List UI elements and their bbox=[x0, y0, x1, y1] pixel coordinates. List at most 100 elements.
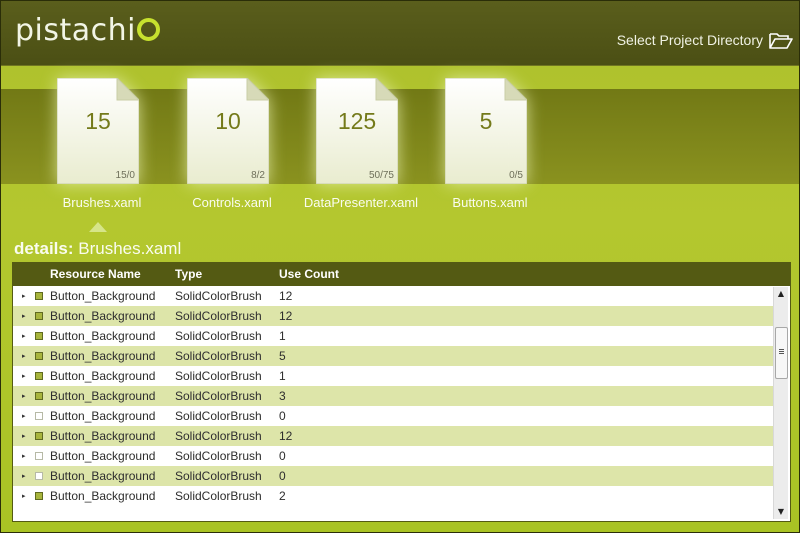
file-resource-count: 15 bbox=[85, 108, 111, 134]
scroll-grip-icon bbox=[779, 349, 784, 355]
cell-type: SolidColorBrush bbox=[175, 289, 262, 303]
expand-triangle-icon[interactable]: ▸ bbox=[22, 452, 26, 460]
details-file-name: Brushes.xaml bbox=[78, 239, 182, 258]
file-name: Buttons.xaml bbox=[452, 195, 528, 210]
expand-triangle-icon[interactable]: ▸ bbox=[22, 292, 26, 300]
square-marker-icon bbox=[35, 432, 43, 440]
cell-use-count: 12 bbox=[279, 309, 293, 323]
table-row[interactable]: ▸ Button_Background SolidColorBrush 12 bbox=[13, 306, 773, 326]
file-resource-count: 125 bbox=[337, 108, 377, 134]
file-used-unused-ratio: 0/5 bbox=[509, 170, 523, 181]
cell-resource-name: Button_Background bbox=[50, 489, 156, 503]
file-used-unused-ratio: 15/0 bbox=[115, 170, 135, 181]
expand-triangle-icon[interactable]: ▸ bbox=[22, 412, 26, 420]
cell-resource-name: Button_Background bbox=[50, 329, 156, 343]
cell-resource-name: Button_Background bbox=[50, 429, 156, 443]
file-tile[interactable]: 5 0/5 Buttons.xaml bbox=[425, 78, 555, 218]
table-row[interactable]: ▸ Button_Background SolidColorBrush 5 bbox=[13, 346, 773, 366]
expand-triangle-icon[interactable]: ▸ bbox=[22, 352, 26, 360]
scroll-down-arrow-icon[interactable]: ▼ bbox=[774, 505, 788, 519]
cell-type: SolidColorBrush bbox=[175, 329, 262, 343]
cell-use-count: 12 bbox=[279, 429, 293, 443]
expand-triangle-icon[interactable]: ▸ bbox=[22, 312, 26, 320]
file-tile[interactable]: 15 15/0 Brushes.xaml bbox=[37, 78, 167, 218]
cell-use-count: 1 bbox=[279, 329, 286, 343]
expand-triangle-icon[interactable]: ▸ bbox=[22, 472, 26, 480]
scroll-up-arrow-icon[interactable]: ▲ bbox=[774, 287, 788, 301]
square-marker-icon bbox=[35, 312, 43, 320]
square-marker-icon bbox=[35, 332, 43, 340]
expand-triangle-icon[interactable]: ▸ bbox=[22, 492, 26, 500]
column-header-use-count[interactable]: Use Count bbox=[279, 267, 339, 281]
table-row[interactable]: ▸ Button_Background SolidColorBrush 1 bbox=[13, 326, 773, 346]
resource-grid: Resource Name Type Use Count ▸ Button_Bac… bbox=[12, 262, 791, 522]
cell-resource-name: Button_Background bbox=[50, 449, 156, 463]
cell-use-count: 0 bbox=[279, 469, 286, 483]
square-marker-icon bbox=[35, 412, 43, 420]
vertical-scrollbar[interactable]: ▲ ▼ bbox=[773, 287, 788, 519]
details-title: details: Brushes.xaml bbox=[14, 239, 181, 259]
file-resource-count: 10 bbox=[215, 108, 241, 134]
cell-resource-name: Button_Background bbox=[50, 469, 156, 483]
scroll-thumb[interactable] bbox=[775, 327, 788, 379]
file-used-unused-ratio: 8/2 bbox=[251, 170, 265, 181]
file-name: Controls.xaml bbox=[192, 195, 272, 210]
square-marker-icon bbox=[35, 292, 43, 300]
cell-type: SolidColorBrush bbox=[175, 389, 262, 403]
cell-use-count: 12 bbox=[279, 289, 293, 303]
expand-triangle-icon[interactable]: ▸ bbox=[22, 432, 26, 440]
table-row[interactable]: ▸ Button_Background SolidColorBrush 1 bbox=[13, 366, 773, 386]
cell-type: SolidColorBrush bbox=[175, 409, 262, 423]
selected-file-indicator bbox=[89, 222, 107, 232]
cell-resource-name: Button_Background bbox=[50, 289, 156, 303]
file-tile[interactable]: 125 50/75 DataPresenter.xaml bbox=[296, 78, 426, 218]
logo-text: pistachi bbox=[15, 13, 136, 48]
file-name: DataPresenter.xaml bbox=[303, 195, 419, 210]
folder-open-icon bbox=[769, 33, 793, 49]
cell-resource-name: Button_Background bbox=[50, 369, 156, 383]
square-marker-icon bbox=[35, 372, 43, 380]
table-row[interactable]: ▸ Button_Background SolidColorBrush 0 bbox=[13, 406, 773, 426]
table-row[interactable]: ▸ Button_Background SolidColorBrush 2 bbox=[13, 486, 773, 506]
column-header-resource-name[interactable]: Resource Name bbox=[50, 267, 141, 281]
square-marker-icon bbox=[35, 392, 43, 400]
table-row[interactable]: ▸ Button_Background SolidColorBrush 12 bbox=[13, 426, 773, 446]
file-name: Brushes.xaml bbox=[62, 195, 142, 210]
header-bar: pistachi Select Project Directory bbox=[1, 1, 799, 66]
select-project-directory-button[interactable]: Select Project Directory bbox=[617, 31, 793, 49]
expand-triangle-icon[interactable]: ▸ bbox=[22, 332, 26, 340]
details-label: details: bbox=[14, 239, 74, 258]
cell-type: SolidColorBrush bbox=[175, 429, 262, 443]
table-row[interactable]: ▸ Button_Background SolidColorBrush 12 bbox=[13, 286, 773, 306]
cell-type: SolidColorBrush bbox=[175, 469, 262, 483]
cell-resource-name: Button_Background bbox=[50, 349, 156, 363]
table-row[interactable]: ▸ Button_Background SolidColorBrush 0 bbox=[13, 466, 773, 486]
file-used-unused-ratio: 50/75 bbox=[368, 170, 394, 181]
cell-use-count: 0 bbox=[279, 449, 286, 463]
expand-triangle-icon[interactable]: ▸ bbox=[22, 392, 26, 400]
square-marker-icon bbox=[35, 452, 43, 460]
logo: pistachi bbox=[15, 13, 160, 48]
square-marker-icon bbox=[35, 352, 43, 360]
square-marker-icon bbox=[35, 472, 43, 480]
expand-triangle-icon[interactable]: ▸ bbox=[22, 372, 26, 380]
app-window: pistachi Select Project Directory 15 15/0… bbox=[0, 0, 800, 533]
file-tile[interactable]: 10 8/2 Controls.xaml bbox=[167, 78, 297, 218]
cell-use-count: 5 bbox=[279, 349, 286, 363]
square-marker-icon bbox=[35, 492, 43, 500]
cell-use-count: 0 bbox=[279, 409, 286, 423]
cell-resource-name: Button_Background bbox=[50, 309, 156, 323]
cell-use-count: 3 bbox=[279, 389, 286, 403]
table-row[interactable]: ▸ Button_Background SolidColorBrush 3 bbox=[13, 386, 773, 406]
cell-use-count: 1 bbox=[279, 369, 286, 383]
cell-type: SolidColorBrush bbox=[175, 449, 262, 463]
cell-use-count: 2 bbox=[279, 489, 286, 503]
logo-o-icon bbox=[137, 18, 160, 41]
cell-resource-name: Button_Background bbox=[50, 409, 156, 423]
cell-type: SolidColorBrush bbox=[175, 369, 262, 383]
grid-rows: ▸ Button_Background SolidColorBrush 12 ▸ Butt… bbox=[13, 286, 773, 521]
cell-type: SolidColorBrush bbox=[175, 349, 262, 363]
table-row[interactable]: ▸ Button_Background SolidColorBrush 0 bbox=[13, 446, 773, 466]
grid-header: Resource Name Type Use Count bbox=[13, 263, 790, 286]
column-header-type[interactable]: Type bbox=[175, 267, 202, 281]
